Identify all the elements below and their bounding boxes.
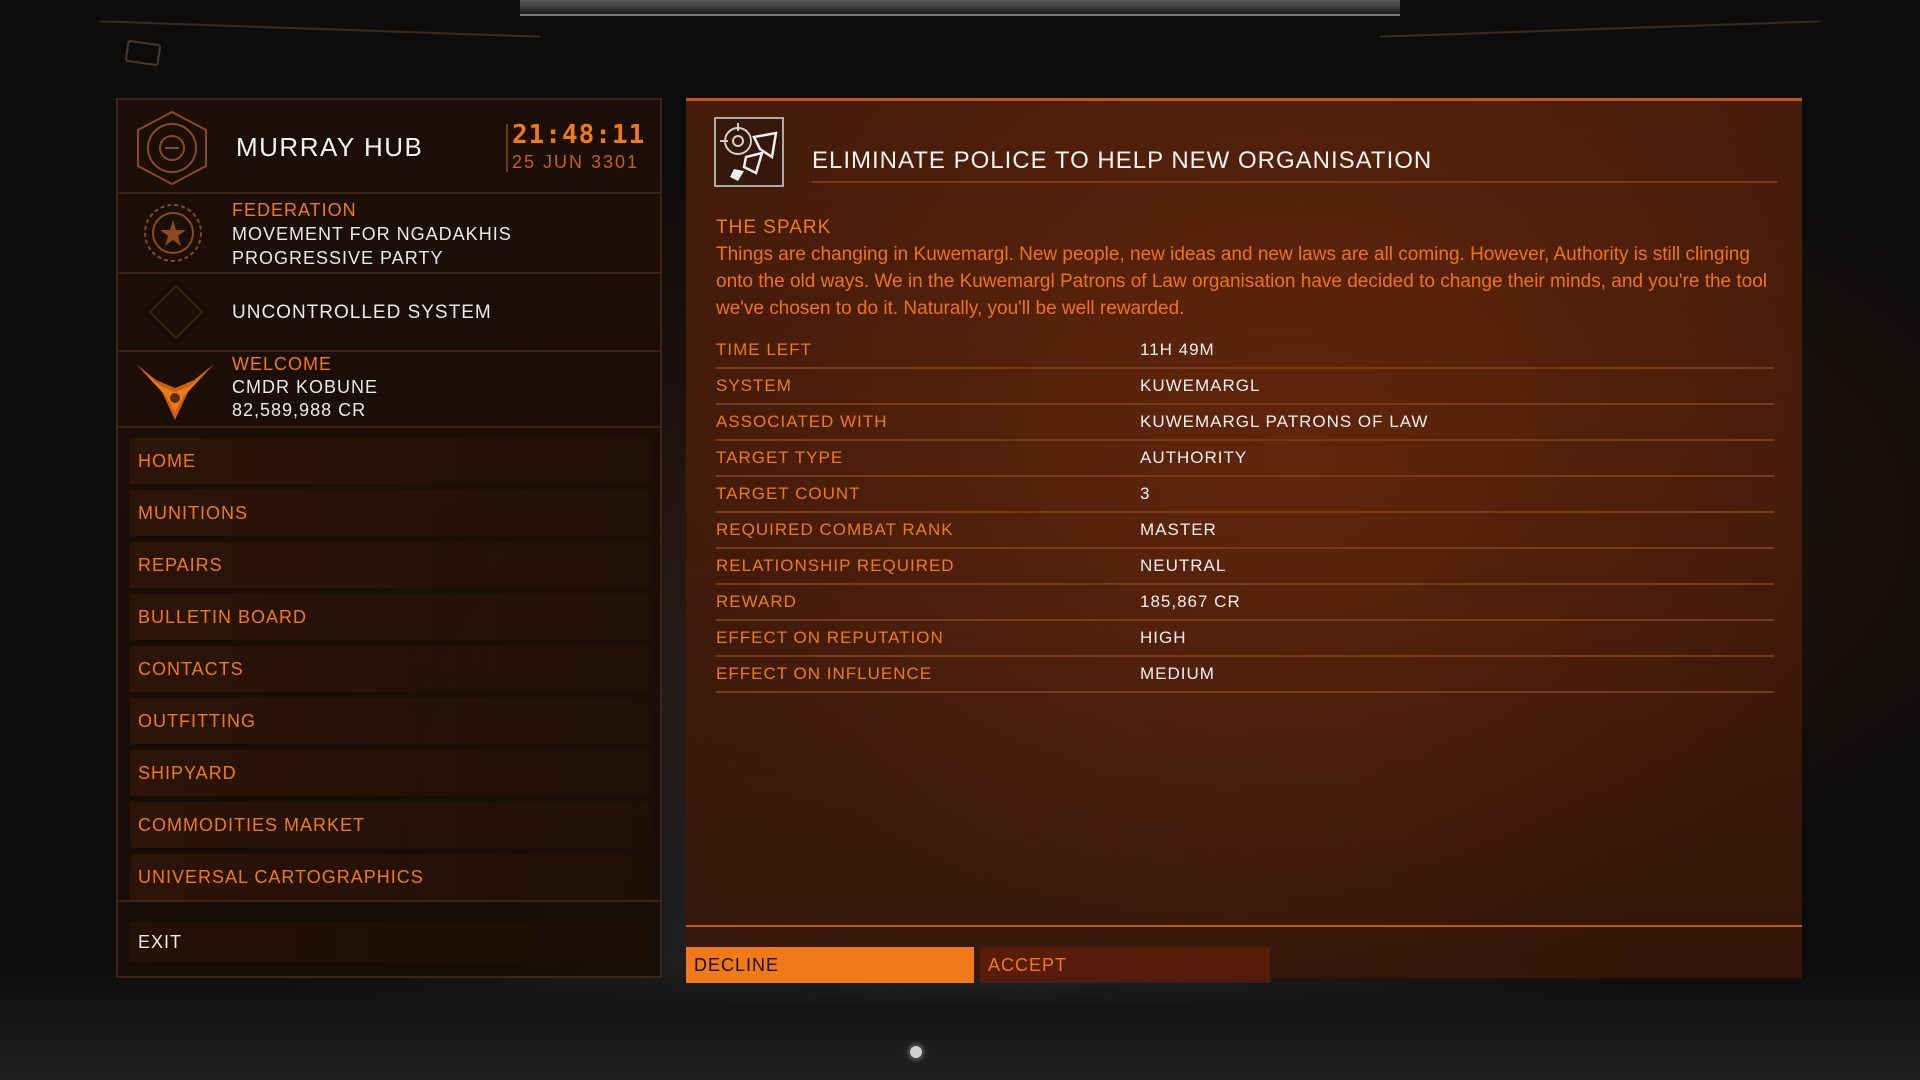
- cockpit-frame-top: [520, 0, 1400, 16]
- station-header: MURRAY HUB 21:48:11 25 JUN 3301: [118, 100, 662, 194]
- credit-balance: 82,589,988 CR: [232, 400, 367, 420]
- detail-row: EFFECT ON INFLUENCE MEDIUM: [716, 657, 1774, 693]
- target-crosshair-shards-icon: [720, 123, 778, 181]
- menu-item-munitions[interactable]: MUNITIONS: [130, 490, 650, 536]
- detail-value: 11H 49M: [1140, 340, 1215, 359]
- menu-item-universal-cartographics[interactable]: UNIVERSAL CARTOGRAPHICS: [130, 854, 650, 900]
- detail-label: ASSOCIATED WITH: [716, 412, 888, 431]
- menu-item-shipyard[interactable]: SHIPYARD: [130, 750, 650, 796]
- superpower-label: FEDERATION: [232, 200, 357, 220]
- detail-value: AUTHORITY: [1140, 448, 1248, 467]
- detail-value: NEUTRAL: [1140, 556, 1227, 575]
- detail-value: MASTER: [1140, 520, 1217, 539]
- detail-label: TIME LEFT: [716, 340, 812, 359]
- detail-row: REQUIRED COMBAT RANK MASTER: [716, 513, 1774, 549]
- mission-details-table: TIME LEFT 11H 49M SYSTEM KUWEMARGL ASSOC…: [716, 333, 1774, 693]
- uncontrolled-diamond-icon: [148, 284, 204, 340]
- detail-value: HIGH: [1140, 628, 1187, 647]
- menu-item-commodities-market[interactable]: COMMODITIES MARKET: [130, 802, 650, 848]
- detail-value: KUWEMARGL PATRONS OF LAW: [1140, 412, 1429, 431]
- station-services-panel: MURRAY HUB 21:48:11 25 JUN 3301 FEDERATI…: [116, 98, 662, 978]
- detail-row: TARGET TYPE AUTHORITY: [716, 441, 1774, 477]
- control-info: UNCONTROLLED SYSTEM: [118, 274, 662, 352]
- divider: [118, 900, 662, 902]
- detail-row: EFFECT ON REPUTATION HIGH: [716, 621, 1774, 657]
- detail-label: RELATIONSHIP REQUIRED: [716, 556, 955, 575]
- detail-value: MEDIUM: [1140, 664, 1215, 683]
- detail-value: 3: [1140, 484, 1151, 503]
- chat-icon: [124, 39, 162, 67]
- commander-info: WELCOME CMDR KOBUNE 82,589,988 CR: [118, 352, 662, 428]
- federation-icon: [144, 204, 202, 262]
- commander-name: CMDR KOBUNE: [232, 377, 379, 397]
- detail-value: 185,867 CR: [1140, 592, 1241, 611]
- mission-title: ELIMINATE POLICE TO HELP NEW ORGANISATIO…: [812, 147, 1433, 174]
- mission-flavor-title: THE SPARK: [716, 217, 832, 238]
- detail-value: KUWEMARGL: [1140, 376, 1261, 395]
- mission-details-panel: ELIMINATE POLICE TO HELP NEW ORGANISATIO…: [686, 98, 1802, 983]
- menu-item-repairs[interactable]: REPAIRS: [130, 542, 650, 588]
- mission-icon-frame: [714, 117, 784, 187]
- detail-row: ASSOCIATED WITH KUWEMARGL PATRONS OF LAW: [716, 405, 1774, 441]
- control-status: UNCONTROLLED SYSTEM: [232, 302, 492, 323]
- station-logo-icon: [137, 110, 207, 186]
- detail-label: TARGET COUNT: [716, 484, 861, 503]
- cockpit-frame-line: [100, 20, 540, 38]
- detail-row: TARGET COUNT 3: [716, 477, 1774, 513]
- cockpit-frame-line: [1380, 20, 1820, 38]
- game-date: 25 JUN 3301: [512, 152, 640, 172]
- detail-label: SYSTEM: [716, 376, 792, 395]
- menu-item-contacts[interactable]: CONTACTS: [130, 646, 650, 692]
- detail-row: RELATIONSHIP REQUIRED NEUTRAL: [716, 549, 1774, 585]
- divider: [686, 925, 1802, 927]
- menu-item-home[interactable]: HOME: [130, 438, 650, 484]
- detail-row: TIME LEFT 11H 49M: [716, 333, 1774, 369]
- detail-row: SYSTEM KUWEMARGL: [716, 369, 1774, 405]
- exit-button[interactable]: EXIT: [130, 922, 650, 962]
- faction-info: FEDERATION MOVEMENT FOR NGADAKHIS PROGRE…: [118, 194, 662, 274]
- divider: [812, 181, 1778, 183]
- decline-button[interactable]: DECLINE: [686, 947, 974, 983]
- menu-item-outfitting[interactable]: OUTFITTING: [130, 698, 650, 744]
- mission-description: Things are changing in Kuwemargl. New pe…: [716, 244, 1768, 319]
- menu-item-bulletin-board[interactable]: BULLETIN BOARD: [130, 594, 650, 640]
- detail-label: REQUIRED COMBAT RANK: [716, 520, 954, 539]
- console-light: [910, 1046, 922, 1058]
- controlling-faction: MOVEMENT FOR NGADAKHIS PROGRESSIVE PARTY: [232, 224, 512, 268]
- station-name: MURRAY HUB: [236, 132, 424, 162]
- game-clock: 21:48:11: [512, 120, 646, 150]
- detail-label: EFFECT ON REPUTATION: [716, 628, 944, 647]
- detail-label: EFFECT ON INFLUENCE: [716, 664, 933, 683]
- accept-button[interactable]: ACCEPT: [980, 947, 1270, 983]
- detail-label: TARGET TYPE: [716, 448, 844, 467]
- divider: [506, 124, 508, 172]
- welcome-label: WELCOME: [232, 354, 333, 374]
- detail-row: REWARD 185,867 CR: [716, 585, 1774, 621]
- combat-rank-wings-icon: [136, 364, 214, 420]
- detail-label: REWARD: [716, 592, 797, 611]
- services-menu: HOME MUNITIONS REPAIRS BULLETIN BOARD CO…: [118, 438, 662, 906]
